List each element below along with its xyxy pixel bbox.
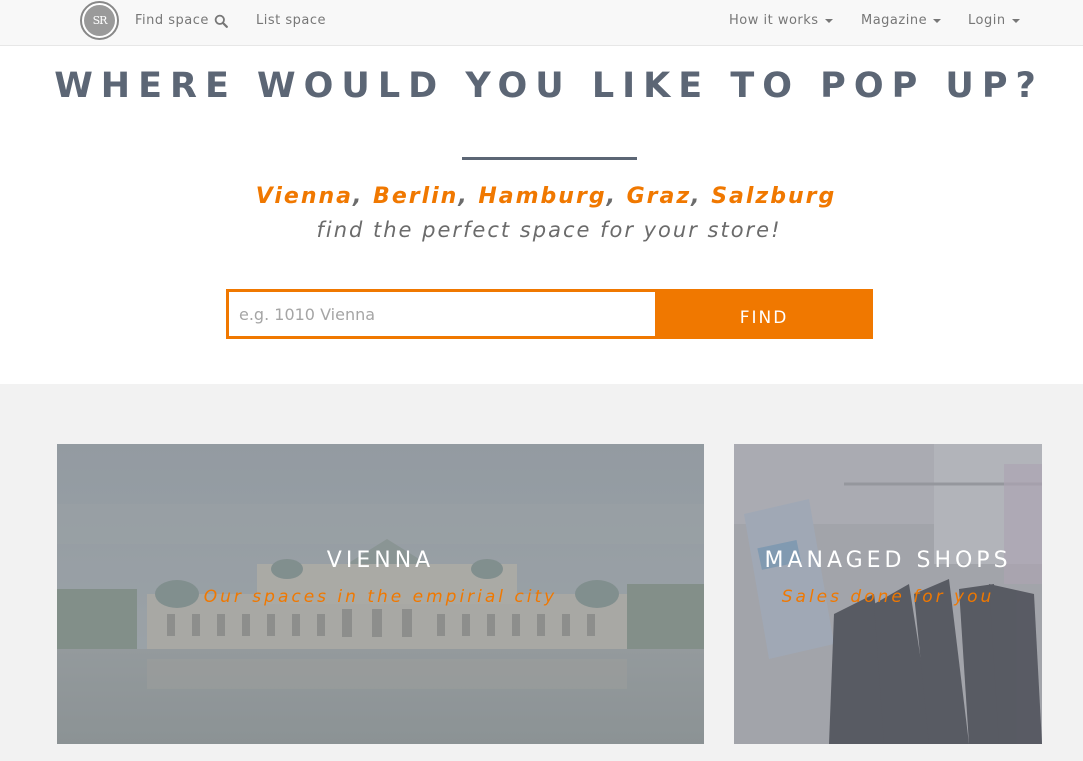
tagline: find the perfect space for your store! (316, 218, 782, 242)
city-link[interactable]: Graz (627, 184, 692, 209)
city-separator: , (606, 184, 627, 209)
city-link[interactable]: Berlin (373, 184, 458, 209)
vienna-card-title: VIENNA (326, 548, 435, 573)
city-separator: , (691, 184, 712, 209)
managed-shops-card-title: MANAGED SHOPS (764, 548, 1012, 573)
vienna-card[interactable]: VIENNA Our spaces in the empirial city (57, 444, 704, 744)
caret-down-icon (1011, 18, 1020, 23)
navbar: SR Find space List space How it works Ma… (0, 0, 1083, 46)
nav-find-space[interactable]: Find space (135, 13, 228, 28)
search-icon (214, 14, 228, 28)
logo-mark: SR (84, 5, 115, 36)
managed-shops-card-subtitle: Sales done for you (781, 587, 995, 607)
caret-down-icon (824, 18, 833, 23)
nav-magazine-dropdown[interactable]: Magazine (861, 13, 942, 28)
featured-section: VIENNA Our spaces in the empirial city M… (0, 384, 1083, 761)
page-title: WHERE WOULD YOU LIKE TO POP UP? (54, 66, 1044, 106)
site-logo[interactable]: SR (80, 1, 119, 40)
city-list: Vienna, Berlin, Hamburg, Graz, Salzburg (0, 184, 1083, 209)
nav-how-it-works-label: How it works (729, 13, 819, 28)
caret-down-icon (933, 18, 942, 23)
nav-list-space-label: List space (256, 13, 326, 28)
search-form: FIND (226, 289, 873, 339)
city-link[interactable]: Hamburg (478, 184, 606, 209)
managed-shops-card[interactable]: MANAGED SHOPS Sales done for you (734, 444, 1042, 744)
nav-magazine-label: Magazine (861, 13, 928, 28)
nav-find-space-label: Find space (135, 13, 209, 28)
vienna-card-subtitle: Our spaces in the empirial city (203, 587, 558, 607)
nav-login-label: Login (968, 13, 1006, 28)
nav-how-it-works-dropdown[interactable]: How it works (729, 13, 833, 28)
find-button[interactable]: FIND (655, 289, 873, 339)
nav-login-dropdown[interactable]: Login (968, 13, 1020, 28)
location-search-input[interactable] (229, 292, 655, 336)
city-separator: , (353, 184, 374, 209)
city-separator: , (458, 184, 479, 209)
divider (462, 157, 637, 160)
city-link[interactable]: Vienna (256, 184, 353, 209)
city-link[interactable]: Salzburg (711, 184, 836, 209)
nav-list-space[interactable]: List space (256, 13, 326, 28)
